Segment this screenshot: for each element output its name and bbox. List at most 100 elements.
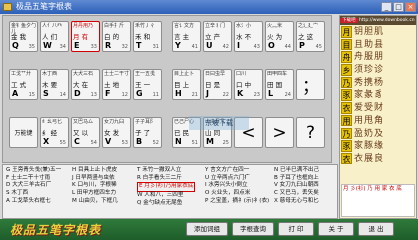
maximize-button[interactable]: □	[393, 2, 404, 12]
key-code: 23	[253, 92, 260, 98]
key-greater-than[interactable]: >	[265, 117, 294, 148]
example-chars: 秀携杨	[354, 77, 385, 88]
root-label: 衣	[341, 152, 352, 165]
about-button[interactable]: 关 于	[318, 222, 354, 236]
key-t[interactable]: 禾竹丿彳 禾 和 T 31	[133, 21, 162, 52]
key-letter: I	[237, 41, 240, 50]
key-q[interactable]: 金钅鱼夕勹儿 金 我 Q 35	[9, 21, 38, 52]
key-k[interactable]: 口川 口 中 K 23	[234, 69, 263, 100]
key-chars: 之 这	[298, 33, 314, 41]
key-letter: P	[299, 41, 305, 50]
key-z[interactable]: 万能键	[9, 117, 38, 148]
key-code: 55	[59, 140, 66, 146]
key-h[interactable]: 目上止卜 目 上 H 21	[172, 69, 201, 100]
key-chars: 万能键	[14, 130, 33, 137]
key-e[interactable]: 月丹用乃 月 有 E 33	[71, 21, 100, 52]
key-a[interactable]: 工戈艹廾 工 式 A 15	[9, 69, 38, 100]
key-roots: 口川	[236, 71, 247, 77]
key-letter: X	[43, 137, 50, 146]
key-y[interactable]: 言讠文方 言 主 Y 41	[172, 21, 201, 52]
root-label: 乡	[341, 64, 352, 76]
key-w[interactable]: 人亻八癶 人 们 W 34	[40, 21, 69, 52]
list-item[interactable]: 月钥胆肌	[340, 26, 416, 39]
key-semicolon[interactable]: ；	[296, 69, 325, 100]
key-letter: K	[237, 89, 244, 98]
key-b[interactable]: 子孑耳阝 子 了 B 52	[133, 117, 162, 148]
phrase-column-2: H 目具上止卜虎皮 J 日早两竖与虫依 K 口与川，字根稀 L 田甲方框四车力 …	[72, 167, 118, 206]
key-code: 53	[121, 140, 128, 146]
add-phrase-button[interactable]: 添加词组	[186, 222, 228, 236]
key-code: 12	[121, 92, 128, 98]
question-glyph: ?	[305, 122, 316, 143]
key-x[interactable]: 纟幺弓匕 纟 经 X 55	[40, 117, 69, 148]
key-question[interactable]: ?	[296, 117, 325, 148]
key-chars: 日 是	[205, 81, 221, 89]
bottom-toolbar: 极品五笔字根表 添加词组 字根查询 打 印 关 于 退 出	[0, 219, 418, 240]
key-letter: Y	[175, 41, 181, 50]
example-chars: 舟服朋	[354, 52, 385, 63]
root-label: 目	[341, 38, 352, 51]
phrase-column-3: T 禾竹一撇双人立 R 白手看头三二斤 E 月彡(衫)乃用家衣底 W 人和八，三…	[137, 167, 196, 208]
key-g[interactable]: 王一五戋 王 一 G 11	[133, 69, 162, 100]
key-letter: U	[206, 41, 213, 50]
key-roots: 立辛丬门	[205, 23, 226, 29]
phrase-line: W 人和八，三四里	[137, 192, 184, 199]
semicolon-glyph: ；	[302, 77, 319, 97]
key-chars: 人 们	[42, 33, 58, 41]
key-roots: 工戈艹廾	[11, 71, 32, 77]
key-letter: L	[268, 89, 274, 98]
phrase-line: D 大犬三羊古石厂	[6, 182, 52, 189]
example-chars: 衣展良	[354, 153, 385, 164]
phrase-line: R 白手看头三二斤	[137, 174, 182, 181]
key-letter: A	[12, 89, 19, 98]
close-button[interactable]: ×	[405, 2, 416, 12]
list-item[interactable]: 豕家豚缘	[340, 140, 416, 153]
key-chars: 言 主	[174, 33, 190, 41]
phrase-line: V 女刀九臼山朝西	[274, 182, 319, 189]
list-item[interactable]: 乃秀携杨	[340, 76, 416, 90]
key-f[interactable]: 土士二干寸 土 地 F 12	[102, 69, 131, 100]
phrase-line: Y 言文方广在四一	[205, 167, 250, 173]
print-button[interactable]: 打 印	[278, 222, 314, 236]
key-roots: 白手扌斤	[104, 23, 125, 29]
key-l[interactable]: 田甲四车 田 国 L 24	[265, 69, 294, 100]
root-search-button[interactable]: 字根查询	[232, 222, 274, 236]
key-letter: N	[175, 137, 182, 146]
list-item[interactable]: 乃盈奶及	[340, 127, 416, 141]
key-c[interactable]: 又巴马厶 又 以 C 54	[71, 117, 100, 148]
key-d[interactable]: 大犬三石 大 在 D 13	[71, 69, 100, 100]
list-item[interactable]: 舟舟服朋	[340, 51, 416, 64]
key-j[interactable]: 日曰虫早 日 是 J 22	[203, 69, 232, 100]
key-r[interactable]: 白手扌斤 白 的 R 32	[102, 21, 131, 52]
key-s[interactable]: 木丁西 木 要 S 14	[40, 69, 69, 100]
key-letter: E	[74, 41, 80, 50]
key-p[interactable]: 之辶廴宀 之 这 P 45	[296, 21, 325, 52]
phrase-line-highlighted: E 月彡(衫)乃用家衣底	[137, 182, 196, 193]
key-v[interactable]: 女刀九臼 女 发 V 53	[102, 117, 131, 148]
list-item[interactable]: 用用甩角	[340, 114, 416, 128]
list-item[interactable]: 乡须珍诊	[340, 64, 416, 77]
exit-button[interactable]: 退 出	[358, 222, 394, 236]
selected-phrase-display: 月 彡(衫) 乃 用 家 衣 底	[341, 184, 415, 217]
window-controls: _ □ ×	[381, 2, 416, 12]
list-item[interactable]: 目且助县	[340, 38, 416, 52]
list-item[interactable]: 豕家彖豸	[340, 89, 416, 102]
phrase-line: L 田甲方框四车力	[72, 190, 117, 197]
character-list: 月钥胆肌 目且助县 舟舟服朋 乡须珍诊 乃秀携杨 豕家彖豸 衣爱受财 用用甩角 …	[340, 26, 416, 166]
example-chars: 须珍诊	[354, 65, 385, 76]
key-o[interactable]: 火灬米 火 为 O 44	[265, 21, 294, 52]
key-u[interactable]: 立辛丬门 立 产 U 42	[203, 21, 232, 52]
list-item[interactable]: 衣衣展良	[340, 152, 416, 166]
key-roots: 目上止卜	[174, 71, 195, 77]
key-roots: 女刀九臼	[104, 119, 125, 125]
key-chars: 大 在	[73, 81, 89, 89]
root-label: 豕	[341, 140, 352, 152]
key-chars: 纟 经	[42, 129, 58, 137]
list-item[interactable]: 衣爱受财	[340, 102, 416, 115]
key-i[interactable]: 水氵小 水 不 I 43	[234, 21, 263, 52]
minimize-button[interactable]: _	[381, 2, 392, 12]
key-code: 25	[222, 140, 229, 146]
key-chars: 土 地	[104, 81, 120, 89]
phrase-line: S 木丁西	[6, 190, 29, 197]
example-chars: 家彖豸	[354, 90, 385, 101]
